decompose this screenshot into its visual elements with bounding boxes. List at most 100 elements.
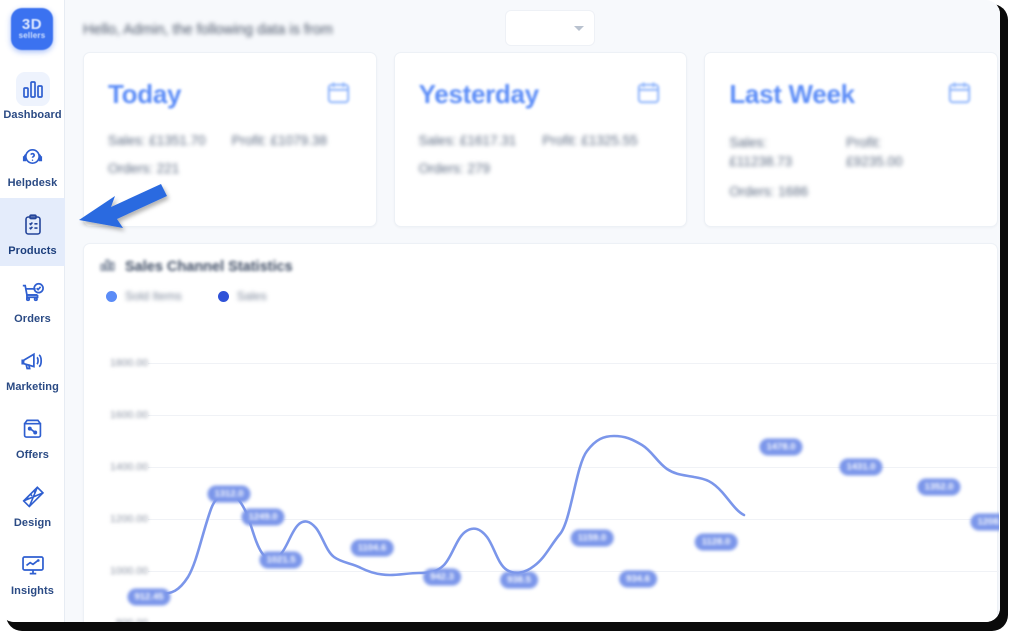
clipboard-list-icon <box>15 207 50 242</box>
logo-line-2: sellers <box>18 30 46 40</box>
summary-cards: Today Sales: £1351.70 Profit: £1079.38 O… <box>83 52 999 227</box>
data-point-label: 1021.5 <box>259 551 303 569</box>
card-header: Yesterday <box>419 79 663 111</box>
period-select[interactable] <box>505 10 595 46</box>
card-profit: Profit: £9235.00 <box>846 133 902 171</box>
data-point-label: 1352.0 <box>917 478 961 496</box>
panel-title: Sales Channel Statistics <box>99 256 293 278</box>
card-sales-label: Sales: <box>729 135 767 150</box>
data-point-label: 1104.6 <box>350 539 394 557</box>
data-point-label: 1159.0 <box>570 529 614 547</box>
card-profit: Profit: £1325.55 <box>542 133 637 148</box>
card-sales-label: Sales: <box>418 133 457 148</box>
data-point-label: 1431.0 <box>839 458 883 476</box>
data-point-label: 1249.0 <box>241 508 285 526</box>
card-header: Last Week <box>729 79 973 111</box>
legend-item-sold-items[interactable]: Sold Items <box>106 289 182 303</box>
data-point-label: 934.6 <box>619 570 657 588</box>
data-point-label: 1312.0 <box>207 485 251 503</box>
data-point-label: 1208.0 <box>970 513 999 531</box>
sidebar: 3D sellers Dashboard Helpdesk Products O… <box>0 0 65 622</box>
card-sales-value: £11238.73 <box>729 154 793 169</box>
card-stats: Sales: £11238.73 Profit: £9235.00 <box>729 133 973 171</box>
data-point-label: 912.45 <box>127 588 171 606</box>
card-orders: Orders: 1686 <box>729 184 973 199</box>
sidebar-nav: Dashboard Helpdesk Products Orders Marke… <box>0 62 65 606</box>
legend-color-swatch <box>106 290 117 302</box>
megaphone-icon <box>16 344 50 378</box>
sidebar-item-marketing[interactable]: Marketing <box>0 334 65 402</box>
card-orders-value: 221 <box>156 161 180 176</box>
chart-legend: Sold Items Sales <box>106 289 267 303</box>
sidebar-item-products[interactable]: Products <box>0 198 65 266</box>
card-profit-label: Profit: <box>846 135 882 150</box>
card-profit-value: £1079.38 <box>270 133 327 148</box>
card-title: Today <box>108 79 182 109</box>
bar-chart-icon <box>99 256 116 278</box>
headset-question-icon <box>16 140 50 174</box>
calendar-icon <box>635 79 662 111</box>
sidebar-item-label: Insights <box>11 584 54 597</box>
card-orders-label: Orders: <box>729 184 775 199</box>
sidebar-item-label: Orders <box>14 312 51 325</box>
chevron-down-icon <box>574 25 584 31</box>
sidebar-item-offers[interactable]: Offers <box>0 402 65 470</box>
card-title: Last Week <box>729 79 855 109</box>
sidebar-item-label: Helpdesk <box>7 176 58 189</box>
chart-line-series <box>157 434 746 596</box>
legend-item-sales[interactable]: Sales <box>217 289 267 303</box>
sidebar-item-label: Design <box>13 516 52 529</box>
card-sales: Sales: £1617.31 <box>419 133 517 148</box>
sidebar-item-label: Products <box>8 244 57 257</box>
sidebar-item-insights[interactable]: Insights <box>0 538 65 606</box>
card-profit: Profit: £1079.38 <box>232 133 327 148</box>
greeting-text: Hello, Admin, the following data is from <box>83 22 333 38</box>
card-orders: Orders: 279 <box>419 161 663 176</box>
card-profit-value: £9235.00 <box>846 154 903 169</box>
summary-card-yesterday[interactable]: Yesterday Sales: £1617.31 Profit: £1325.… <box>393 52 688 227</box>
main-content: Hello, Admin, the following data is from… <box>65 0 1000 622</box>
card-sales: Sales: £11238.73 <box>729 133 792 171</box>
card-sales-value: £1617.31 <box>459 133 517 148</box>
summary-card-today[interactable]: Today Sales: £1351.70 Profit: £1079.38 O… <box>83 52 377 227</box>
app-logo[interactable]: 3D sellers <box>11 8 53 50</box>
summary-card-last-week[interactable]: Last Week Sales: £11238.73 Profit: £9235… <box>704 52 999 227</box>
card-header: Today <box>108 79 352 111</box>
panel-title-text: Sales Channel Statistics <box>125 259 293 275</box>
legend-label: Sales <box>236 289 267 303</box>
card-stats: Sales: £1351.70 Profit: £1079.38 <box>108 133 352 148</box>
card-profit-label: Profit: <box>542 133 578 148</box>
chart-plot-area: 1800.00 1600.00 1400.00 1200.00 1000.00 … <box>84 329 999 622</box>
calendar-icon <box>946 79 973 111</box>
screenshot-root: 3D sellers Dashboard Helpdesk Products O… <box>0 0 1010 635</box>
card-orders-label: Orders: <box>418 161 464 176</box>
card-sales: Sales: £1351.70 <box>108 133 206 148</box>
card-profit-value: £1325.55 <box>581 133 638 148</box>
sidebar-item-label: Marketing <box>6 380 59 393</box>
monitor-analytics-icon <box>16 548 50 582</box>
card-orders-value: 1686 <box>778 184 809 199</box>
data-point-label: 1128.0 <box>694 533 738 551</box>
sidebar-item-dashboard[interactable]: Dashboard <box>0 62 65 130</box>
logo-line-1: 3D <box>21 15 43 33</box>
sidebar-item-design[interactable]: Design <box>0 470 65 538</box>
sidebar-item-orders[interactable]: Orders <box>0 266 65 334</box>
card-sales-value: £1351.70 <box>149 133 206 148</box>
box-percent-icon <box>16 412 50 446</box>
card-profit-label: Profit: <box>231 133 267 148</box>
browser-window: 3D sellers Dashboard Helpdesk Products O… <box>0 0 1000 622</box>
ruler-pencil-icon <box>16 480 50 514</box>
data-point-label: 942.3 <box>423 568 461 586</box>
card-stats: Sales: £1617.31 Profit: £1325.55 <box>419 133 663 148</box>
card-orders: Orders: 221 <box>108 161 352 176</box>
sidebar-item-helpdesk[interactable]: Helpdesk <box>0 130 65 198</box>
card-sales-label: Sales: <box>108 133 146 148</box>
card-title: Yesterday <box>418 79 539 109</box>
data-point-label: 938.5 <box>500 571 538 589</box>
sales-channel-statistics-panel: Sales Channel Statistics Sold Items Sale… <box>83 243 999 622</box>
sidebar-item-label: Dashboard <box>3 108 62 121</box>
shopping-cart-icon <box>16 276 50 310</box>
sidebar-item-label: Offers <box>16 448 49 461</box>
card-orders-value: 279 <box>467 161 490 176</box>
calendar-icon <box>325 79 352 111</box>
